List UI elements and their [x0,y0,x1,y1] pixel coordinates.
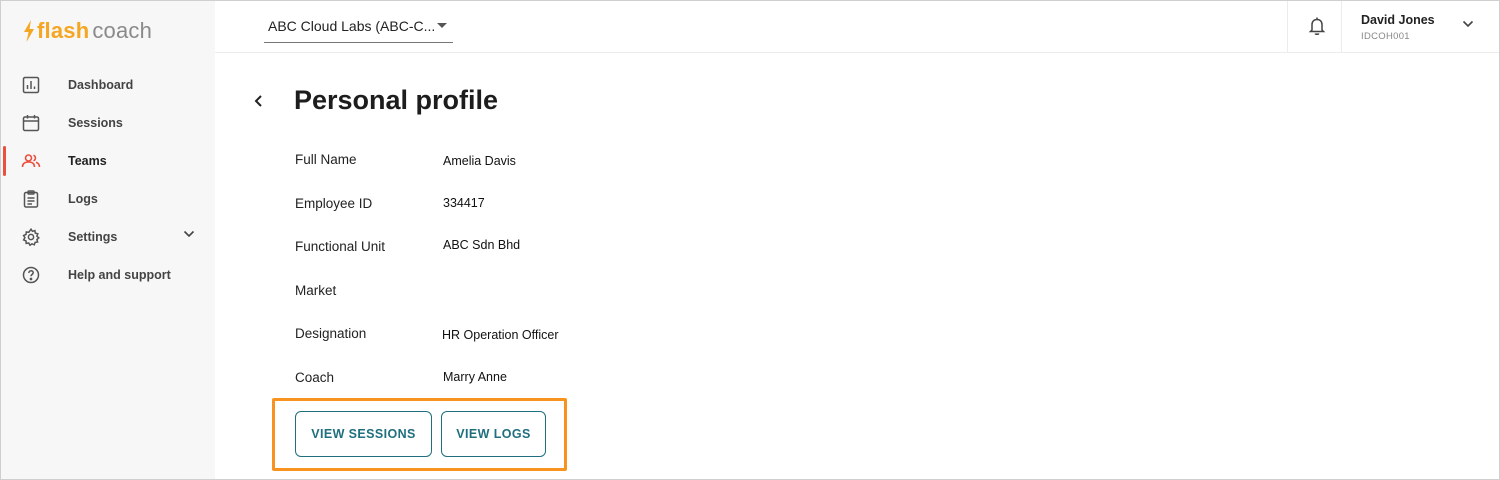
page-title: Personal profile [294,85,499,115]
organization-select[interactable]: ABC Cloud Labs (ABC-C... [264,15,453,43]
sidebar-item-teams[interactable]: Teams [1,142,215,180]
user-id: IDCOH001 [1361,31,1410,42]
sidebar-item-label: Teams [68,154,107,168]
app-window: flash coach Dashboard Sessions Teams Log… [0,0,1500,480]
field-label-employee-id: Employee ID [295,196,373,211]
sidebar-item-label: Help and support [68,268,171,282]
sidebar: flash coach Dashboard Sessions Teams Log… [1,1,215,479]
header-divider [1341,1,1342,53]
sidebar-item-label: Sessions [68,116,123,130]
people-icon [21,151,41,171]
field-label-market: Market [295,283,337,298]
brand-word-coach: coach [92,18,153,43]
field-label-functional-unit: Functional Unit [295,239,386,254]
field-label-designation: Designation [295,326,367,341]
sidebar-item-dashboard[interactable]: Dashboard [1,66,215,104]
sidebar-item-help[interactable]: Help and support [1,256,215,294]
sidebar-item-settings[interactable]: Settings [1,218,215,256]
bolt-icon [24,20,34,42]
sidebar-item-label: Settings [68,230,118,244]
chevron-down-icon[interactable] [183,230,195,238]
header-divider [1287,1,1288,53]
top-header: ABC Cloud Labs (ABC-C... David Jones IDC… [215,1,1499,53]
back-arrow-icon[interactable] [251,93,267,109]
field-value-employee-id: 334417 [443,196,485,210]
field-value-full-name: Amelia Davis [443,154,516,168]
calendar-icon [21,113,41,133]
sidebar-item-label: Logs [68,192,98,206]
brand-logo[interactable]: flash coach [23,17,152,45]
chart-icon [21,75,41,95]
sidebar-nav: Dashboard Sessions Teams Logs Settings H… [1,66,215,294]
caret-down-icon [437,23,447,28]
view-logs-button[interactable]: VIEW LOGS [441,411,546,457]
user-name: David Jones [1361,13,1435,27]
field-label-coach: Coach [295,370,335,385]
field-label-full-name: Full Name [295,152,357,167]
organization-select-value: ABC Cloud Labs (ABC-C... [268,18,436,34]
help-icon [21,265,41,285]
sidebar-item-label: Dashboard [68,78,134,92]
sidebar-item-sessions[interactable]: Sessions [1,104,215,142]
brand-word-flash: flash [37,18,90,43]
user-menu[interactable]: David Jones IDCOH001 [1361,13,1435,42]
gear-icon [21,227,41,247]
bell-icon[interactable] [1308,16,1326,36]
chevron-down-icon[interactable] [1462,20,1474,28]
clipboard-icon [21,189,41,209]
sidebar-item-logs[interactable]: Logs [1,180,215,218]
view-sessions-button[interactable]: VIEW SESSIONS [295,411,432,457]
field-value-functional-unit: ABC Sdn Bhd [443,238,521,252]
field-value-coach: Marry Anne [443,370,507,384]
field-value-designation: HR Operation Officer [442,328,559,342]
